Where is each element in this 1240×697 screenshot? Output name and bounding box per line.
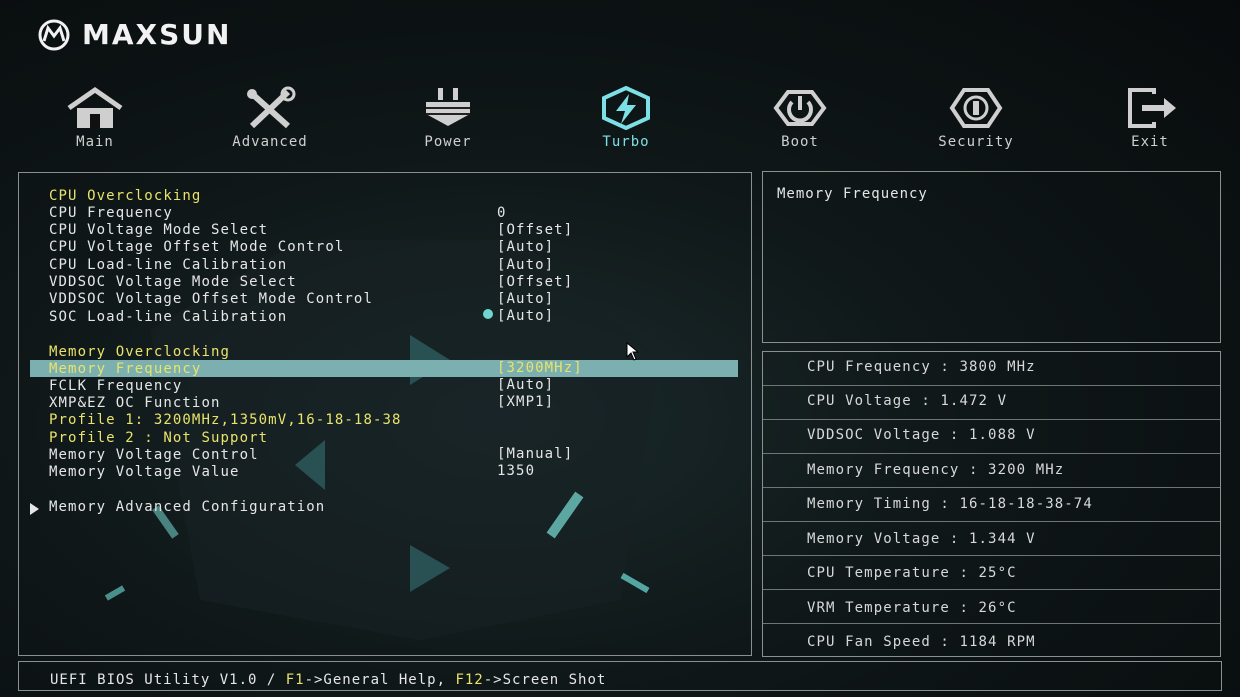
setting-xmp-label[interactable]: XMP&EZ OC Function (49, 395, 221, 411)
maxsun-logo: MAXSUN (34, 18, 231, 51)
shield-icon (949, 88, 1003, 128)
footer-text: UEFI BIOS Utility V1.0 / F1->General Hel… (50, 672, 606, 688)
setting-vddsoc-mode-label[interactable]: VDDSOC Voltage Mode Select (49, 274, 297, 290)
setting-memory-voltage-value-value[interactable]: 1350 (497, 463, 535, 479)
status-vrm-temperature: VRM Temperature : 26°C (807, 600, 1017, 616)
tab-label: Exit (1131, 134, 1169, 150)
divider (763, 419, 1220, 420)
help-title: Memory Frequency (777, 186, 928, 202)
divider (763, 589, 1220, 590)
section-cpu-overclocking: CPU Overclocking (49, 188, 202, 204)
setting-cpu-voltage-mode-value[interactable]: [Offset] (497, 222, 573, 238)
setting-memory-voltage-control-value[interactable]: [Manual] (497, 446, 573, 462)
brand-name: MAXSUN (82, 18, 232, 51)
setting-fclk-value[interactable]: [Auto] (497, 377, 554, 393)
setting-memory-voltage-value-label[interactable]: Memory Voltage Value (49, 464, 240, 480)
setting-cpu-frequency-label[interactable]: CPU Frequency (49, 205, 173, 221)
setting-soc-llc-label[interactable]: SOC Load-line Calibration (49, 309, 287, 325)
divider (763, 555, 1220, 556)
tab-security[interactable]: Security (921, 86, 1031, 150)
f1-description: ->General Help, (304, 672, 456, 688)
tab-advanced[interactable]: Advanced (215, 86, 325, 150)
lightning-icon (602, 86, 650, 130)
setting-cpu-llc-label[interactable]: CPU Load-line Calibration (49, 257, 287, 273)
power-icon (773, 90, 827, 126)
status-cpu-fan-speed: CPU Fan Speed : 1184 RPM (807, 634, 1036, 650)
top-navigation: Main Advanced Power Turbo Boot Security … (0, 86, 1240, 156)
power-supply-icon (426, 88, 470, 126)
tab-turbo[interactable]: Turbo (571, 86, 681, 150)
status-cpu-frequency: CPU Frequency : 3800 MHz (807, 359, 1036, 375)
status-memory-frequency: Memory Frequency : 3200 MHz (807, 462, 1065, 478)
divider (763, 385, 1220, 386)
status-cpu-voltage: CPU Voltage : 1.472 V (807, 393, 1008, 409)
f12-description: ->Screen Shot (483, 672, 607, 688)
tab-label: Turbo (602, 134, 650, 150)
maxsun-logo-icon (38, 19, 70, 50)
profile-1-info: Profile 1: 3200MHz,1350mV,16-18-18-38 (49, 412, 402, 428)
footer-prefix: UEFI BIOS Utility V1.0 / (50, 672, 286, 688)
setting-fclk-label[interactable]: FCLK Frequency (49, 378, 182, 394)
tab-exit[interactable]: Exit (1095, 86, 1205, 150)
setting-cpu-voltage-offset-value[interactable]: [Auto] (497, 239, 554, 255)
divider (763, 521, 1220, 522)
setting-memory-voltage-control-label[interactable]: Memory Voltage Control (49, 447, 259, 463)
tab-main[interactable]: Main (40, 86, 150, 150)
submenu-memory-advanced-configuration[interactable]: Memory Advanced Configuration (49, 499, 325, 515)
status-vddsoc-voltage: VDDSOC Voltage : 1.088 V (807, 427, 1036, 443)
tab-label: Power (424, 134, 472, 150)
setting-cpu-voltage-offset-label[interactable]: CPU Voltage Offset Mode Control (49, 239, 344, 255)
tab-boot[interactable]: Boot (745, 86, 855, 150)
setting-memory-frequency-label[interactable]: Memory Frequency (49, 361, 201, 377)
tab-label: Advanced (232, 134, 308, 150)
section-memory-overclocking: Memory Overclocking (49, 344, 231, 360)
setting-vddsoc-offset-value[interactable]: [Auto] (497, 291, 554, 307)
setting-vddsoc-offset-label[interactable]: VDDSOC Voltage Offset Mode Control (49, 291, 373, 307)
tab-label: Main (76, 134, 114, 150)
setting-memory-frequency-value[interactable]: [3200MHz] (497, 360, 583, 376)
setting-soc-llc-value[interactable]: [Auto] (497, 308, 554, 324)
setting-cpu-voltage-mode-label[interactable]: CPU Voltage Mode Select (49, 222, 268, 238)
divider (763, 487, 1220, 488)
tab-label: Security (938, 134, 1014, 150)
f12-key: F12 (455, 672, 484, 688)
mouse-cursor-icon (626, 342, 640, 361)
divider (763, 453, 1220, 454)
status-memory-timing: Memory Timing : 16-18-18-38-74 (807, 496, 1093, 512)
tab-label: Boot (781, 134, 819, 150)
f1-key: F1 (285, 672, 305, 688)
status-memory-voltage: Memory Voltage : 1.344 V (807, 531, 1036, 547)
profile-2-info: Profile 2 : Not Support (49, 430, 269, 446)
divider (763, 623, 1220, 624)
setting-cpu-frequency-value[interactable]: 0 (497, 205, 507, 221)
status-cpu-temperature: CPU Temperature : 25°C (807, 565, 1017, 581)
tools-icon (247, 86, 296, 129)
setting-vddsoc-mode-value[interactable]: [Offset] (497, 274, 573, 290)
home-icon (67, 86, 123, 128)
setting-cpu-llc-value[interactable]: [Auto] (497, 257, 554, 273)
exit-icon (1128, 88, 1176, 128)
tab-power[interactable]: Power (393, 86, 503, 150)
setting-xmp-value[interactable]: [XMP1] (497, 394, 554, 410)
